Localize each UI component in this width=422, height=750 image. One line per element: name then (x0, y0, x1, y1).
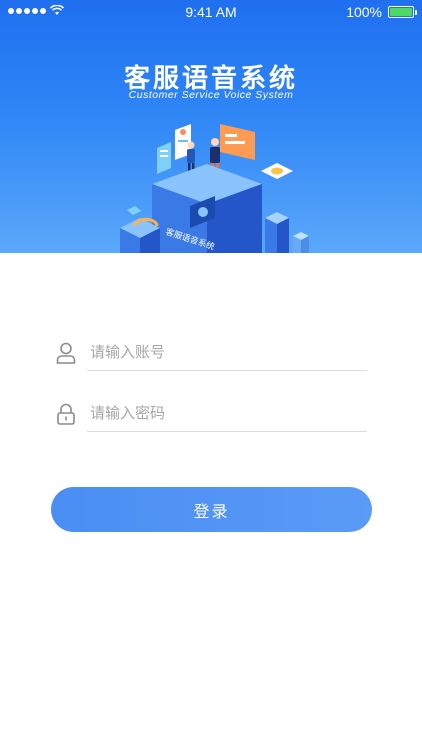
document-card-icon (157, 142, 171, 174)
isometric-service-illustration: 客服语音系统 (120, 124, 309, 253)
battery-percentage: 100% (346, 4, 382, 20)
coin-card-icon (261, 163, 293, 179)
lock-icon (57, 403, 75, 425)
app-subtitle: Customer Service Voice System (128, 89, 294, 101)
password-field (52, 394, 368, 434)
battery-icon (388, 6, 417, 18)
status-bar: 9:41 AM 100% (0, 0, 422, 24)
hero-banner: 9:41 AM 100% 客服语音系统 Customer Service Voi… (0, 0, 422, 253)
login-button[interactable]: 登录 (51, 487, 372, 532)
account-field (52, 333, 368, 373)
user-icon (56, 342, 76, 364)
account-input[interactable] (87, 333, 367, 371)
main-building: 客服语音系统 (152, 164, 262, 253)
block-left (120, 217, 160, 253)
report-card-icon (220, 124, 255, 160)
password-input[interactable] (87, 394, 367, 432)
